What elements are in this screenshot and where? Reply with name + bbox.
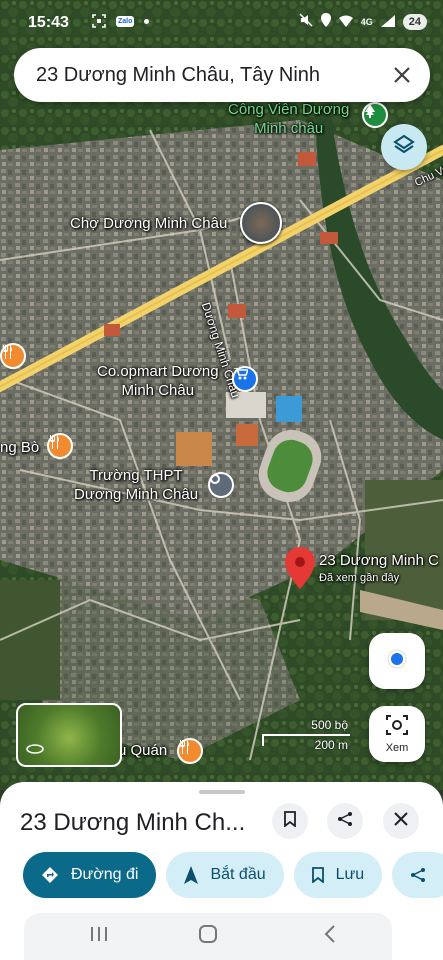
- location-status-icon: [320, 13, 331, 31]
- market-photo-marker[interactable]: [240, 202, 282, 244]
- park-label[interactable]: Công Viên Dương Minh châu: [228, 100, 349, 138]
- restaurant-icon-3[interactable]: [177, 738, 203, 764]
- share-icon-button[interactable]: [327, 803, 363, 839]
- scale-imperial: 500 bộ: [311, 718, 348, 732]
- shopping-cart-icon[interactable]: [232, 366, 258, 392]
- status-bar: 15:43 Zalo 4G 24: [0, 0, 443, 46]
- share-icon: [410, 867, 426, 883]
- coopmart-label[interactable]: Co.opmart Dương Minh Châu: [97, 362, 219, 400]
- quan-label[interactable]: u Quán: [118, 741, 167, 760]
- clock: 15:43: [28, 14, 69, 31]
- signal-icon: [380, 14, 395, 31]
- directions-label: Đường đi: [71, 866, 139, 883]
- restaurant-left-label[interactable]: ng Bò: [0, 438, 39, 457]
- market-label[interactable]: Chợ Dương Minh Châu: [70, 214, 227, 233]
- layers-button[interactable]: [381, 124, 427, 170]
- street-view-icon: [26, 741, 44, 759]
- home-icon[interactable]: [198, 925, 218, 949]
- start-label: Bắt đầu: [210, 866, 266, 883]
- close-sheet-button[interactable]: [383, 803, 419, 839]
- scale-metric: 200 m: [314, 738, 348, 752]
- directions-chip[interactable]: Đường đi: [23, 852, 157, 898]
- my-location-icon: [386, 648, 408, 675]
- share-icon: [337, 811, 353, 832]
- close-icon[interactable]: [382, 55, 422, 95]
- system-nav-bar: [24, 913, 392, 960]
- layers-icon: [393, 134, 415, 161]
- save-icon-button[interactable]: [272, 803, 308, 839]
- action-chips: Đường đi Bắt đầu Lưu: [23, 852, 443, 898]
- pin-title-label[interactable]: 23 Dương Minh C: [319, 551, 439, 570]
- save-chip[interactable]: Lưu: [293, 852, 383, 898]
- restaurant-icon-2[interactable]: [47, 433, 73, 459]
- search-query[interactable]: 23 Dương Minh Châu, Tây Ninh: [36, 64, 382, 87]
- battery-indicator: 24: [402, 14, 427, 30]
- bookmark-icon: [311, 867, 324, 883]
- view-button[interactable]: Xem: [369, 706, 425, 762]
- zalo-icon: Zalo: [116, 15, 135, 27]
- my-location-button[interactable]: [369, 633, 425, 689]
- wifi-icon: [338, 14, 353, 31]
- navigation-arrow-icon: [184, 866, 199, 884]
- directions-icon: [41, 866, 59, 884]
- school-marker-icon[interactable]: [208, 472, 234, 498]
- camera-scan-icon: [386, 714, 408, 740]
- network-type: 4G: [360, 17, 373, 27]
- mute-icon: [299, 13, 313, 31]
- map-scale: 500 bộ 200 m: [262, 718, 354, 754]
- street-view-thumbnail[interactable]: [16, 703, 122, 767]
- place-title: 23 Dương Minh Ch...: [20, 809, 246, 836]
- share-chip[interactable]: [392, 852, 443, 898]
- bookmark-icon: [284, 810, 296, 832]
- save-label: Lưu: [335, 866, 365, 883]
- search-bar[interactable]: 23 Dương Minh Châu, Tây Ninh: [14, 48, 430, 102]
- recents-icon[interactable]: [90, 925, 108, 948]
- start-chip[interactable]: Bắt đầu: [166, 852, 284, 898]
- back-icon[interactable]: [324, 925, 336, 949]
- restaurant-icon[interactable]: [0, 343, 26, 369]
- dot-icon: [144, 18, 150, 24]
- view-button-label: Xem: [385, 741, 409, 754]
- sheet-drag-handle[interactable]: [199, 790, 245, 794]
- screenshot-icon: [92, 14, 106, 28]
- close-icon: [394, 811, 408, 831]
- school-label[interactable]: Trường THPT Dương Minh Châu: [74, 466, 198, 504]
- pin-subtitle-label: Đã xem gần đây: [319, 572, 400, 584]
- park-marker-icon[interactable]: [362, 102, 388, 128]
- place-bottom-sheet[interactable]: 23 Dương Minh Ch... Đường đi Bắt đầu Lưu: [0, 782, 443, 960]
